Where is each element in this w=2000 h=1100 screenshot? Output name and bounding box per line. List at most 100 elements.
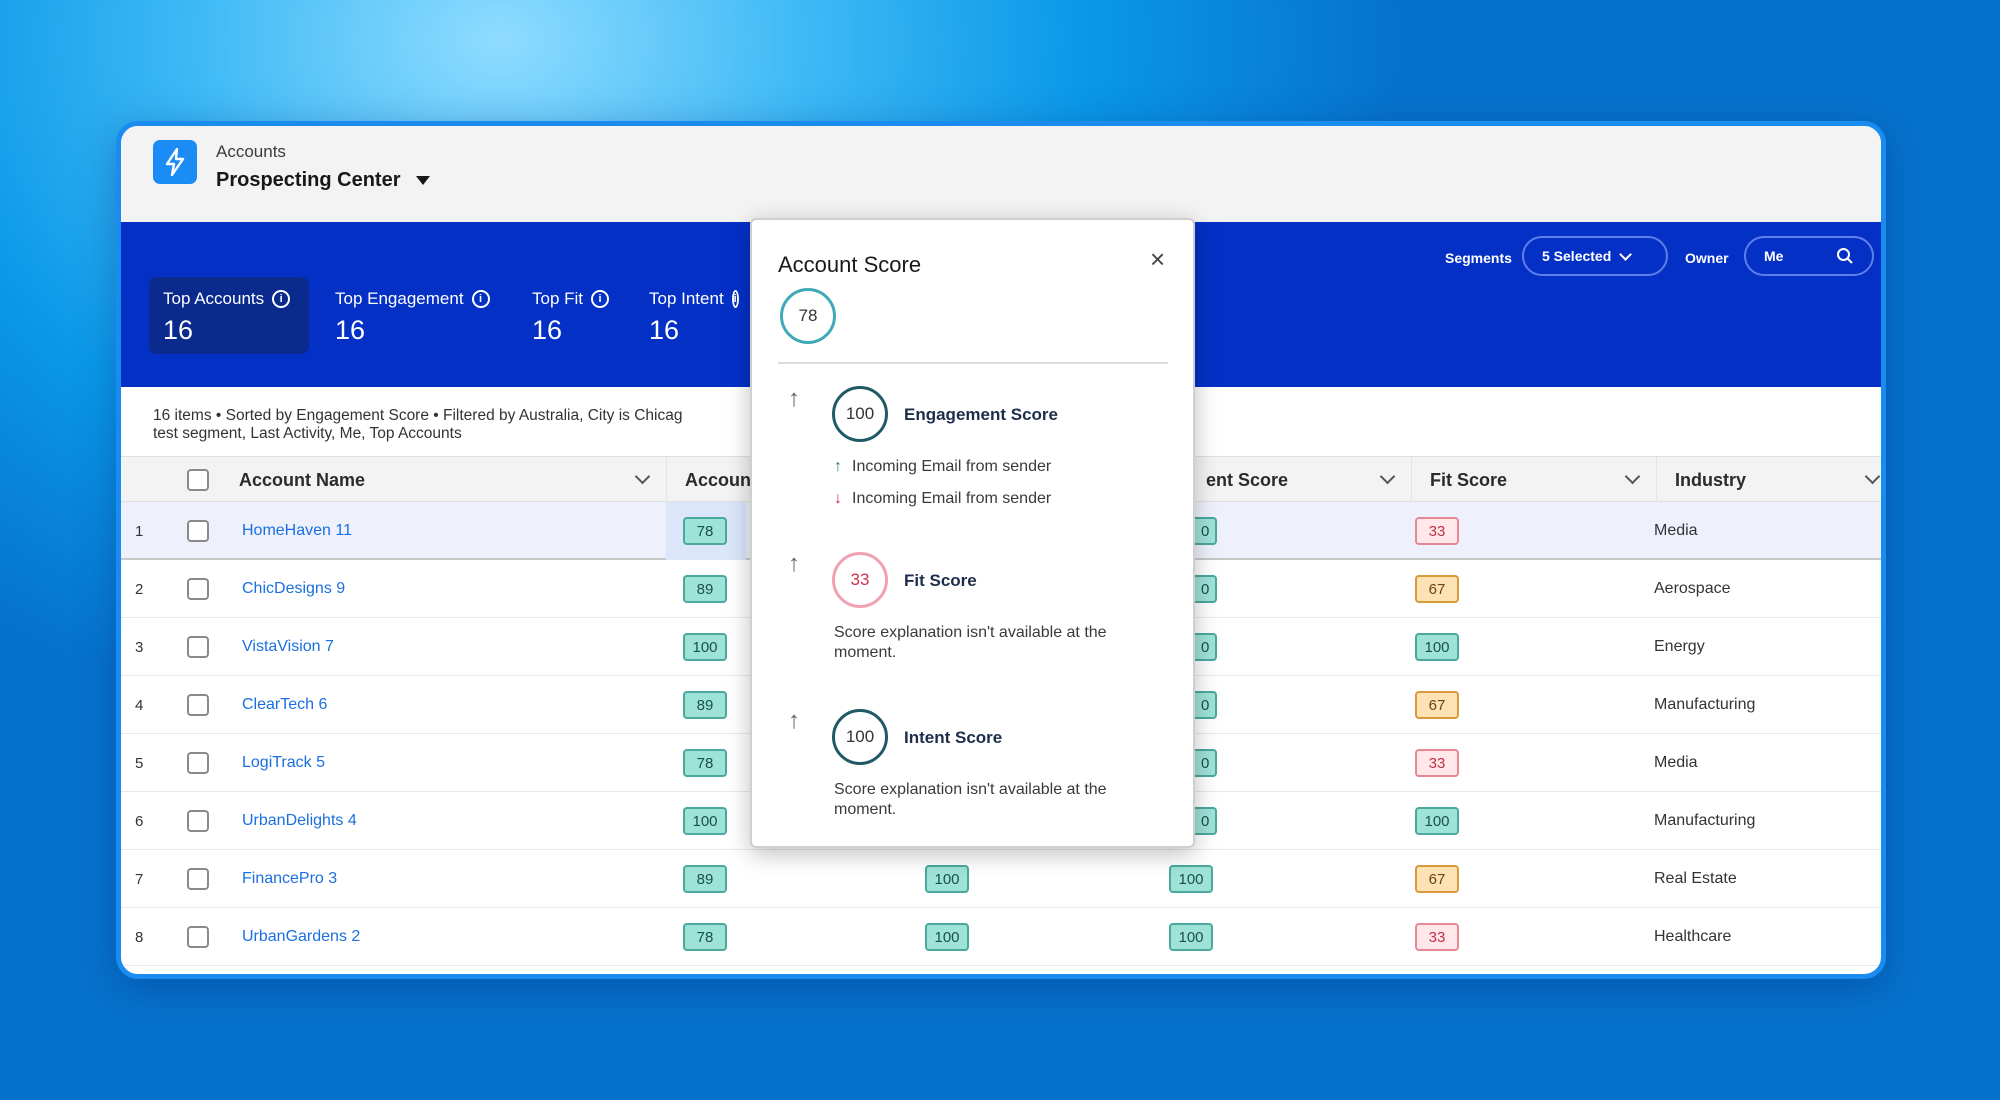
row-checkbox[interactable] bbox=[187, 734, 209, 792]
column-label: Fit Score bbox=[1430, 469, 1508, 490]
account-score-cell[interactable]: 78 bbox=[683, 908, 727, 966]
tab-count: 16 bbox=[335, 315, 366, 345]
tab-top-fit[interactable]: Top Fit i 16 bbox=[518, 277, 628, 354]
segments-dropdown[interactable]: 5 Selected bbox=[1522, 236, 1668, 276]
fit-score-cell: 67 bbox=[1415, 676, 1459, 734]
account-score-cell[interactable]: 89 bbox=[683, 850, 727, 908]
account-name-link[interactable]: LogiTrack 5 bbox=[242, 734, 325, 792]
row-number: 6 bbox=[135, 812, 144, 830]
info-icon[interactable]: i bbox=[471, 290, 490, 308]
intent-score-badge: 100 bbox=[1169, 923, 1213, 951]
industry-cell: Manufacturing bbox=[1654, 696, 1756, 713]
caret-down-icon bbox=[416, 176, 431, 185]
row-checkbox[interactable] bbox=[187, 908, 209, 966]
row-number: 4 bbox=[135, 696, 144, 714]
tab-top-intent[interactable]: Top Intent i 16 bbox=[635, 277, 750, 354]
chevron-down-icon[interactable] bbox=[634, 468, 651, 485]
account-name-link[interactable]: VistaVision 7 bbox=[242, 618, 334, 676]
chevron-down-icon[interactable] bbox=[1379, 468, 1396, 485]
account-score-badge[interactable]: 89 bbox=[683, 865, 727, 893]
account-score-badge[interactable]: 78 bbox=[683, 749, 727, 777]
account-score-cell[interactable]: 100 bbox=[683, 792, 727, 850]
row-checkbox[interactable] bbox=[187, 792, 209, 850]
arrow-up-icon: ↑ bbox=[834, 458, 842, 475]
row-checkbox[interactable] bbox=[187, 502, 209, 560]
close-icon[interactable]: × bbox=[1150, 244, 1165, 275]
fit-score-ring: 33 bbox=[832, 552, 888, 608]
engagement-score-badge: 100 bbox=[925, 865, 969, 893]
intent-score-badge: 0 bbox=[1195, 807, 1218, 835]
account-name-link[interactable]: FinancePro 3 bbox=[242, 850, 337, 908]
divider bbox=[778, 362, 1168, 364]
intent-score-badge: 100 bbox=[1169, 865, 1213, 893]
tab-top-engagement[interactable]: Top Engagement i 16 bbox=[321, 277, 506, 354]
info-icon[interactable]: i bbox=[591, 290, 610, 308]
fit-score-badge: 33 bbox=[1415, 517, 1459, 545]
row-checkbox[interactable] bbox=[187, 676, 209, 734]
row-checkbox[interactable] bbox=[187, 850, 209, 908]
reason-text: Incoming Email from sender bbox=[852, 490, 1052, 507]
row-checkbox[interactable] bbox=[187, 560, 209, 618]
row-number: 1 bbox=[135, 522, 144, 540]
search-icon[interactable] bbox=[1836, 247, 1854, 265]
industry-cell: Media bbox=[1654, 522, 1698, 539]
account-score-badge[interactable]: 78 bbox=[683, 517, 727, 545]
lightning-icon[interactable] bbox=[153, 140, 197, 184]
account-name-link[interactable]: ClearTech 6 bbox=[242, 676, 327, 734]
popover-title: Account Score bbox=[778, 252, 922, 277]
account-score-cell[interactable]: 78 bbox=[683, 502, 727, 560]
owner-search[interactable]: Me bbox=[1744, 236, 1874, 276]
account-name-link[interactable]: ChicDesigns 9 bbox=[242, 560, 345, 618]
column-label: Industry bbox=[1675, 469, 1747, 490]
tab-count: 16 bbox=[649, 315, 680, 345]
intent-score-cell: 0 bbox=[1195, 792, 1218, 850]
info-icon[interactable]: i bbox=[272, 290, 291, 308]
row-number: 7 bbox=[135, 870, 144, 888]
expand-arrow-icon[interactable]: ↑ bbox=[788, 550, 800, 578]
select-all-checkbox[interactable] bbox=[187, 469, 209, 491]
reason-text: Incoming Email from sender bbox=[852, 458, 1052, 475]
account-score-cell[interactable]: 89 bbox=[683, 676, 727, 734]
expand-arrow-icon[interactable]: ↑ bbox=[788, 707, 800, 735]
account-name-link[interactable]: UrbanDelights 4 bbox=[242, 792, 357, 850]
account-score-cell[interactable]: 100 bbox=[683, 618, 727, 676]
account-score-cell[interactable]: 78 bbox=[683, 734, 727, 792]
account-name-link[interactable]: HomeHaven 11 bbox=[242, 502, 352, 560]
account-score-badge[interactable]: 100 bbox=[683, 633, 727, 661]
tab-top-accounts[interactable]: Top Accounts i 16 bbox=[149, 277, 309, 354]
info-icon[interactable]: i bbox=[731, 290, 739, 308]
intent-score-badge: 0 bbox=[1195, 691, 1218, 719]
fit-score-badge: 33 bbox=[1415, 749, 1459, 777]
column-fit-score[interactable]: Fit Score bbox=[1411, 457, 1656, 503]
fit-score-badge: 67 bbox=[1415, 575, 1459, 603]
row-checkbox[interactable] bbox=[187, 618, 209, 676]
account-score-badge[interactable]: 100 bbox=[683, 807, 727, 835]
column-industry[interactable]: Industry bbox=[1656, 457, 1881, 503]
fit-score-badge: 33 bbox=[1415, 923, 1459, 951]
expand-arrow-icon[interactable]: ↑ bbox=[788, 385, 800, 413]
intent-score-badge: 0 bbox=[1195, 633, 1218, 661]
intent-score-cell: 0 bbox=[1195, 618, 1218, 676]
column-account-name[interactable]: Account Name bbox=[221, 457, 666, 503]
chevron-down-icon[interactable] bbox=[1624, 468, 1641, 485]
column-intent-score[interactable]: ent Score bbox=[1188, 457, 1411, 503]
segments-label: Segments bbox=[1445, 250, 1512, 266]
table-row[interactable]: 7 FinancePro 3 89 100 100 67 Real Estate bbox=[121, 850, 1881, 908]
account-score-cell[interactable]: 89 bbox=[683, 560, 727, 618]
breadcrumb[interactable]: Accounts bbox=[216, 142, 286, 162]
intent-score-cell: 0 bbox=[1195, 734, 1218, 792]
owner-value: Me bbox=[1764, 248, 1784, 264]
table-row[interactable]: 8 UrbanGardens 2 78 100 100 33 Healthcare bbox=[121, 908, 1881, 966]
fit-score-cell: 67 bbox=[1415, 850, 1459, 908]
fit-score-cell: 33 bbox=[1415, 502, 1459, 560]
engagement-score-ring: 100 bbox=[832, 386, 888, 442]
chevron-down-icon[interactable] bbox=[1864, 468, 1881, 485]
account-score-badge[interactable]: 78 bbox=[683, 923, 727, 951]
account-score-badge[interactable]: 89 bbox=[683, 575, 727, 603]
page-title-dropdown[interactable]: Prospecting Center bbox=[216, 169, 431, 192]
account-score-badge[interactable]: 89 bbox=[683, 691, 727, 719]
intent-score-ring: 100 bbox=[832, 709, 888, 765]
chevron-down-icon bbox=[1619, 247, 1633, 261]
intent-score-cell: 0 bbox=[1195, 676, 1218, 734]
account-name-link[interactable]: UrbanGardens 2 bbox=[242, 908, 360, 966]
